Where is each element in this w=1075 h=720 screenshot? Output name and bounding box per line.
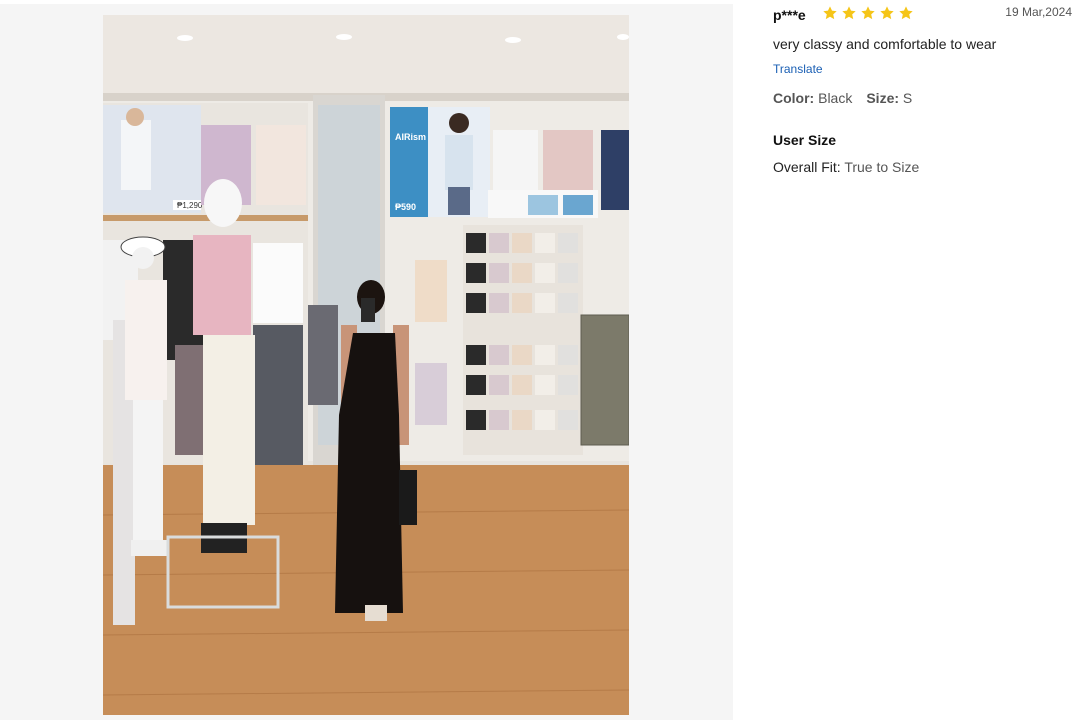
color-value: Black (818, 90, 853, 106)
fit-value: True to Size (844, 159, 920, 175)
review-photo[interactable]: ₱1,290 AIRism ₱590 (103, 15, 629, 715)
star-icon (898, 5, 914, 21)
review-details: p***e 19 Mar,2024 very classy and comfor… (773, 0, 1073, 200)
star-icon (879, 5, 895, 21)
svg-text:₱590: ₱590 (395, 202, 416, 212)
fit-label: Overall Fit: (773, 159, 841, 175)
size-label: Size: (866, 90, 900, 106)
review-page: ₱1,290 AIRism ₱590 p***e 19 Mar,2024 ver… (0, 0, 1075, 720)
star-icon (841, 5, 857, 21)
review-date: 19 Mar,2024 (1005, 5, 1072, 19)
size-attribute: Size: S (866, 90, 912, 106)
color-attribute: Color: Black (773, 90, 852, 106)
reviewer-username: p***e (773, 7, 806, 23)
size-value: S (902, 90, 913, 106)
translate-link[interactable]: Translate (773, 62, 823, 76)
user-size-title: User Size (773, 132, 837, 148)
review-comment: very classy and comfortable to wear (773, 36, 997, 52)
purchase-attributes: Color: Black Size: S (773, 90, 912, 106)
star-icon (860, 5, 876, 21)
review-header: p***e 19 Mar,2024 (773, 5, 1073, 25)
star-rating (822, 5, 914, 21)
svg-text:AIRism: AIRism (395, 132, 426, 142)
store-scene-image: ₱1,290 AIRism ₱590 (103, 15, 629, 715)
svg-text:₱1,290: ₱1,290 (177, 201, 203, 210)
photo-panel: ₱1,290 AIRism ₱590 (0, 4, 733, 720)
overall-fit: Overall Fit: True to Size (773, 159, 919, 175)
color-label: Color: (773, 90, 815, 106)
star-icon (822, 5, 838, 21)
